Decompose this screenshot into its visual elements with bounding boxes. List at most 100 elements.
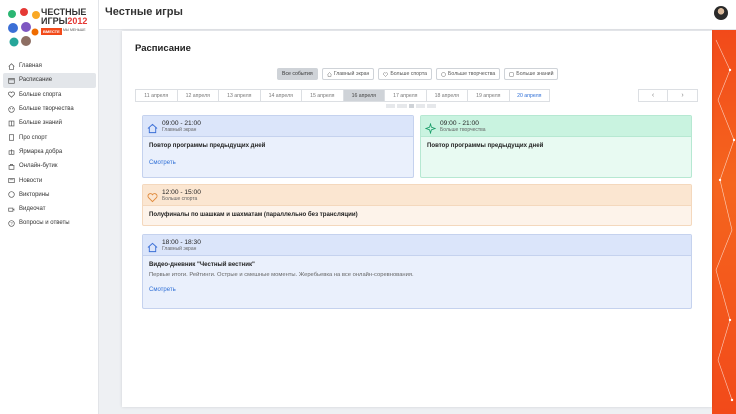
sidebar-item-label: Видеочат xyxy=(19,206,46,213)
sidebar-item-creativity[interactable]: Больше творчества xyxy=(3,102,96,116)
event-time: 09:00 - 21:00 xyxy=(162,119,201,127)
sidebar-item-faq[interactable]: ? Вопросы и ответы xyxy=(3,216,96,230)
heart-icon xyxy=(383,71,389,77)
sidebar-item-videochat[interactable]: Видеочат xyxy=(3,202,96,216)
tab-day[interactable]: 11 апреля xyxy=(135,89,177,102)
app-title: Честные игры xyxy=(105,6,183,18)
news-icon xyxy=(8,177,15,184)
event-header: 12:00 - 15:00 Больше спорта xyxy=(143,185,691,206)
chevron-right-icon: › xyxy=(681,92,684,99)
logo-tagline: МЫ МЕНЬШЕ xyxy=(63,28,86,32)
sidebar-item-boutique[interactable]: Онлайн-бутик xyxy=(3,159,96,173)
sidebar-item-sport[interactable]: Больше спорта xyxy=(3,88,96,102)
event-card: 12:00 - 15:00 Больше спорта Полуфиналы п… xyxy=(142,184,692,226)
svg-text:?: ? xyxy=(10,221,13,226)
filter-bar: Все события Главный экран Больше спорта … xyxy=(277,68,559,80)
schedule-card: Расписание Все события Главный экран Бол… xyxy=(122,31,712,407)
watch-link[interactable]: Смотреть xyxy=(149,160,176,166)
next-button[interactable]: › xyxy=(668,89,698,102)
filter-label: Главный экран xyxy=(333,71,370,77)
filter-more-knowledge[interactable]: Больше знаний xyxy=(504,68,559,80)
tab-day[interactable]: 15 апреля xyxy=(301,89,343,102)
sidebar: ЧЕСТНЫЕ ИГРЫ2012 ВМЕСТЕ МЫ МЕНЬШЕ Главна… xyxy=(0,0,99,414)
sidebar-item-label: Главная xyxy=(19,63,42,70)
tab-day[interactable]: 17 апреля xyxy=(384,89,426,102)
sidebar-item-knowledge[interactable]: Больше знаний xyxy=(3,116,96,130)
tab-day[interactable]: 19 апреля xyxy=(467,89,509,102)
event-title: Полуфиналы по шашкам и шахматам (паралле… xyxy=(149,211,358,218)
event-title: Видео-дневник "Честный вестник" xyxy=(149,261,255,268)
tab-day[interactable]: 14 апреля xyxy=(259,89,301,102)
sidebar-item-fair[interactable]: Ярмарка добра xyxy=(3,145,96,159)
event-time: 09:00 - 21:00 xyxy=(440,119,479,127)
sidebar-item-label: Викторины xyxy=(19,191,50,198)
event-description: Первые итоги. Рейтинги. Острые и смешные… xyxy=(149,272,414,278)
event-category: Главный экран xyxy=(162,126,197,133)
filter-main-screen[interactable]: Главный экран xyxy=(321,68,375,80)
sidebar-item-news[interactable]: Новости xyxy=(3,173,96,187)
gift-icon xyxy=(8,148,15,156)
filter-label: Все события xyxy=(282,71,313,77)
event-time: 12:00 - 15:00 xyxy=(162,188,201,196)
event-card: 18:00 - 18:30 Главный экран Видео-дневни… xyxy=(142,234,692,309)
heart-icon xyxy=(147,190,158,202)
page-title: Расписание xyxy=(135,43,191,54)
avatar[interactable] xyxy=(714,6,728,20)
chevron-left-icon: ‹ xyxy=(651,92,655,99)
event-header: 09:00 - 21:00 Больше творчества xyxy=(421,116,691,137)
tab-day[interactable]: 12 апреля xyxy=(176,89,218,102)
sidebar-item-label: Больше творчества xyxy=(19,106,74,113)
tab-day-selected[interactable]: 16 апреля xyxy=(342,89,384,102)
prev-button[interactable]: ‹ xyxy=(638,89,668,102)
filter-all-events[interactable]: Все события xyxy=(277,68,318,80)
event-category: Больше спорта xyxy=(162,195,198,202)
home-icon xyxy=(147,240,158,252)
logo-badge: ВМЕСТЕ xyxy=(41,28,62,35)
event-category: Главный экран xyxy=(162,245,197,252)
sidebar-item-label: Вопросы и ответы xyxy=(19,220,70,227)
tabs-scrollbar[interactable] xyxy=(386,104,436,108)
sidebar-item-quizzes[interactable]: Викторины xyxy=(3,188,96,202)
logo-year: 2012 xyxy=(67,16,88,26)
sidebar-item-label: Онлайн-бутик xyxy=(19,163,58,170)
filter-more-creativity[interactable]: Больше творчества xyxy=(436,68,501,80)
event-card: 09:00 - 21:00 Главный экран Повтор прогр… xyxy=(142,115,414,178)
filter-more-sport[interactable]: Больше спорта xyxy=(378,68,433,80)
calendar-icon xyxy=(8,77,15,84)
logo[interactable]: ЧЕСТНЫЕ ИГРЫ2012 ВМЕСТЕ МЫ МЕНЬШЕ xyxy=(4,6,96,54)
sidebar-item-label: Расписание xyxy=(19,77,53,84)
sidebar-item-label: Больше знаний xyxy=(19,120,63,127)
palette-icon xyxy=(424,121,437,135)
quiz-icon xyxy=(8,191,15,198)
sidebar-item-home[interactable]: Главная xyxy=(3,59,96,73)
filter-label: Больше спорта xyxy=(390,71,428,77)
bag-icon xyxy=(8,163,15,170)
sidebar-nav: Главная Расписание Больше спорта Больше … xyxy=(0,59,99,231)
logo-line2: ИГРЫ xyxy=(41,16,68,26)
filter-label: Больше знаний xyxy=(516,71,554,77)
palette-icon xyxy=(441,71,446,77)
date-tabs: 11 апреля 12 апреля 13 апреля 14 апреля … xyxy=(135,89,550,102)
home-icon xyxy=(147,121,158,133)
tab-day[interactable]: 20 апреля xyxy=(508,89,550,102)
event-time: 18:00 - 18:30 xyxy=(162,238,201,246)
watch-link[interactable]: Смотреть xyxy=(149,287,176,293)
question-icon: ? xyxy=(8,220,15,227)
event-category: Больше творчества xyxy=(440,126,486,133)
palette-icon xyxy=(8,105,15,113)
event-title: Повтор программы предыдущих дней xyxy=(427,142,544,149)
sidebar-item-label: Больше спорта xyxy=(19,91,62,98)
heart-icon xyxy=(8,91,15,99)
video-icon xyxy=(8,206,15,213)
book-icon xyxy=(509,72,514,76)
tab-day[interactable]: 13 апреля xyxy=(218,89,260,102)
tab-day[interactable]: 18 апреля xyxy=(425,89,467,102)
event-title: Повтор программы предыдущих дней xyxy=(149,142,266,149)
date-pager: ‹ › xyxy=(638,89,698,102)
sidebar-item-label: Новости xyxy=(19,177,43,184)
top-bar: Честные игры xyxy=(99,0,736,30)
sidebar-item-about-sport[interactable]: Про спорт xyxy=(3,130,96,144)
sidebar-item-schedule[interactable]: Расписание xyxy=(3,73,96,88)
book-icon xyxy=(8,120,15,127)
sidebar-item-label: Ярмарка добра xyxy=(19,148,63,155)
